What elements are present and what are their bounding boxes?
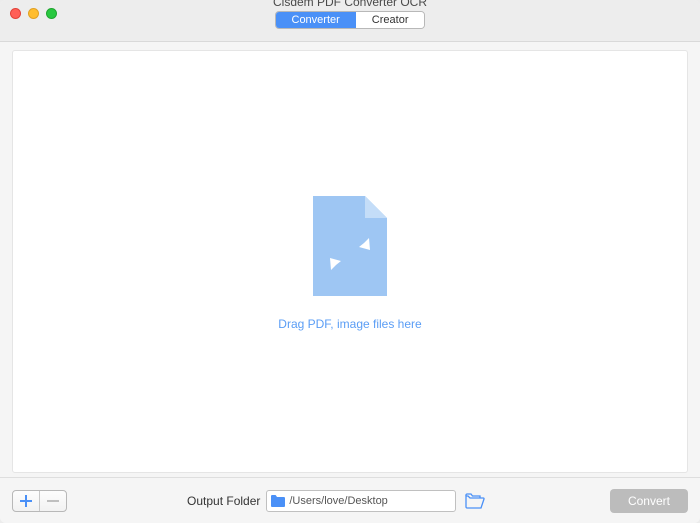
app-window: Cisdem PDF Converter OCR Converter Creat… <box>0 0 700 523</box>
remove-file-button[interactable] <box>40 491 66 511</box>
tab-converter[interactable]: Converter <box>276 12 356 28</box>
plus-icon <box>19 494 33 508</box>
minus-icon <box>46 494 60 508</box>
title-bar: Cisdem PDF Converter OCR Converter Creat… <box>0 0 700 42</box>
add-remove-group <box>12 490 67 512</box>
drop-hint-text: Drag PDF, image files here <box>278 317 421 331</box>
convert-button[interactable]: Convert <box>610 489 688 513</box>
minimize-icon[interactable] <box>28 8 39 19</box>
folder-icon <box>271 495 285 507</box>
output-folder-field[interactable]: /Users/love/Desktop <box>266 490 456 512</box>
app-title: Cisdem PDF Converter OCR <box>273 0 427 9</box>
footer-bar: Output Folder /Users/love/Desktop Conver… <box>0 477 700 523</box>
open-folder-icon <box>465 493 485 509</box>
add-file-button[interactable] <box>13 491 39 511</box>
mode-segmented-control: Converter Creator <box>275 11 426 29</box>
close-icon[interactable] <box>10 8 21 19</box>
tab-creator[interactable]: Creator <box>356 12 425 28</box>
browse-folder-button[interactable] <box>464 492 486 510</box>
output-path-text: /Users/love/Desktop <box>289 495 451 507</box>
window-controls <box>10 8 57 19</box>
maximize-icon[interactable] <box>46 8 57 19</box>
output-folder-label: Output Folder <box>187 494 260 508</box>
file-refresh-icon <box>305 192 395 302</box>
drop-zone[interactable]: Drag PDF, image files here <box>12 50 688 473</box>
